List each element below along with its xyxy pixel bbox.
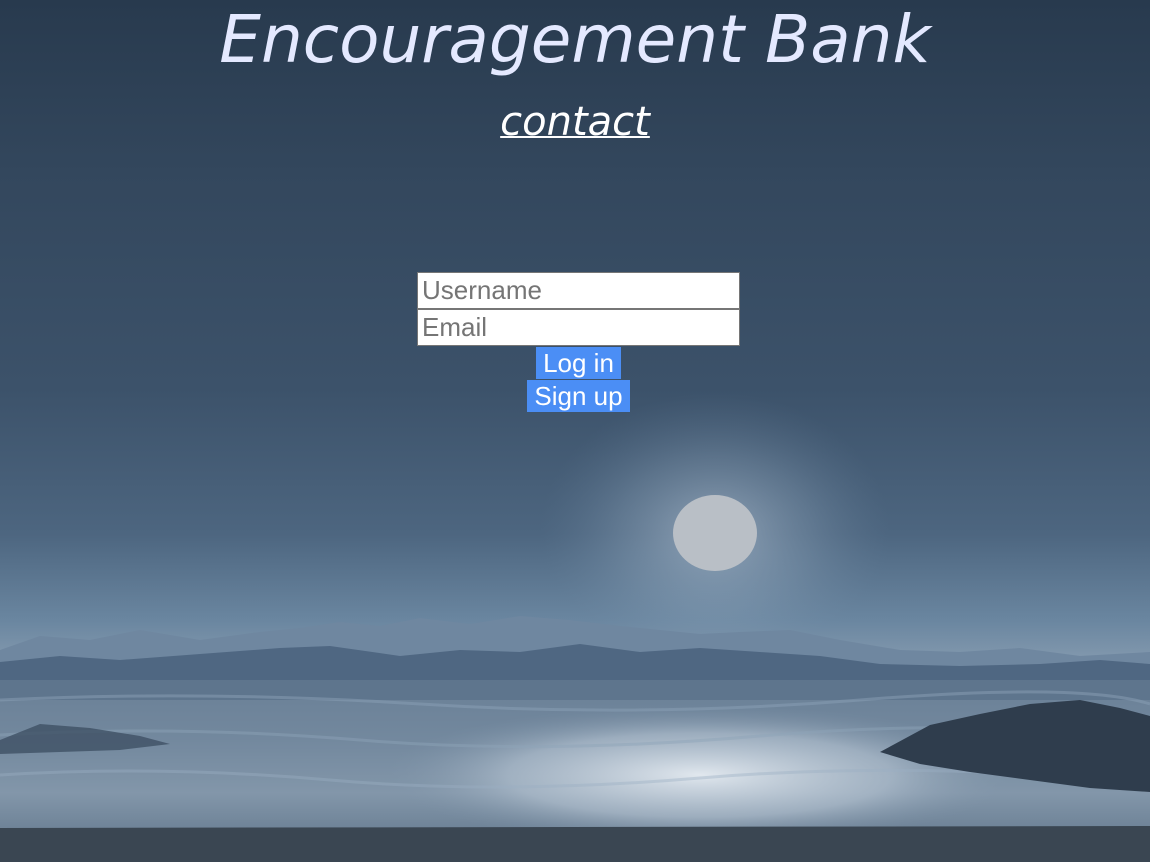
login-button-row: Log in	[417, 346, 740, 379]
username-input[interactable]	[417, 272, 740, 309]
contact-link-container: contact	[0, 96, 1150, 148]
signup-button-row: Sign up	[417, 379, 740, 412]
page-title: Encouragement Bank	[219, 1, 931, 78]
login-button[interactable]: Log in	[536, 347, 621, 379]
email-input[interactable]	[417, 309, 740, 346]
signup-button[interactable]: Sign up	[527, 380, 630, 412]
login-form: Log in Sign up	[417, 272, 740, 412]
moon	[673, 495, 757, 571]
contact-link[interactable]: contact	[500, 99, 650, 145]
foreground-shore	[0, 826, 1150, 862]
